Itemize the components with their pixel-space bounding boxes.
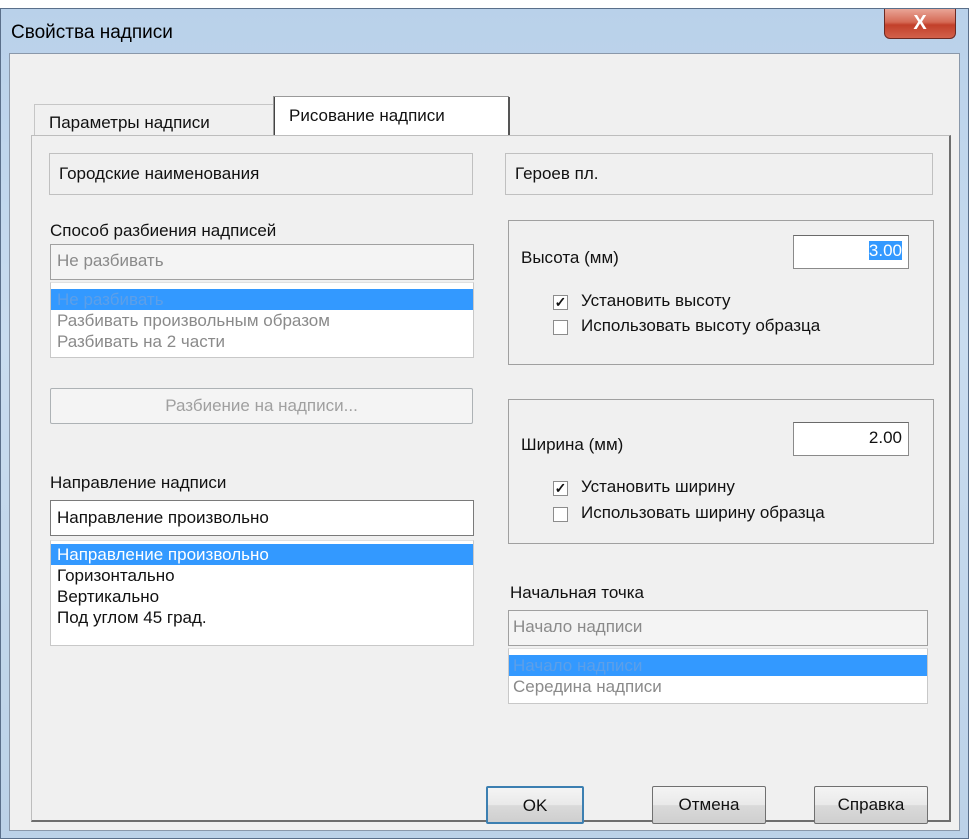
dialog-client-area: Параметры надписи Рисование надписи Горо…: [9, 53, 960, 831]
list-item[interactable]: Разбивать произвольным образом: [51, 310, 473, 331]
help-button[interactable]: Справка: [814, 786, 928, 824]
width-group: Ширина (мм) 2.00 ✓ Установить ширину Исп…: [508, 399, 934, 544]
list-item[interactable]: Под углом 45 град.: [51, 607, 473, 628]
set-width-checkbox[interactable]: ✓: [553, 481, 568, 496]
split-method-label: Способ разбиения надписей: [50, 221, 277, 240]
height-group: Высота (мм) 3.00 ✓ Установить высоту Исп…: [508, 220, 934, 365]
split-method-list[interactable]: Не разбивать Разбивать произвольным обра…: [50, 282, 474, 358]
object-name-field: Героев пл.: [505, 153, 933, 195]
title-bar[interactable]: Свойства надписи X: [1, 9, 968, 53]
split-into-labels-button[interactable]: Разбиение на надписи...: [50, 388, 473, 424]
direction-list[interactable]: Направление произвольно Горизонтально Ве…: [50, 540, 474, 646]
tab-label-params[interactable]: Параметры надписи: [34, 104, 274, 136]
start-point-combo[interactable]: Начало надписи: [508, 610, 928, 646]
split-method-combo[interactable]: Не разбивать: [50, 244, 474, 280]
list-item[interactable]: Середина надписи: [509, 676, 927, 697]
list-item[interactable]: Горизонтально: [51, 565, 473, 586]
sample-width-label: Использовать ширину образца: [581, 503, 825, 522]
sample-height-checkbox[interactable]: [553, 320, 568, 335]
set-height-label: Установить высоту: [581, 291, 731, 310]
list-item[interactable]: Разбивать на 2 части: [51, 331, 473, 352]
list-item[interactable]: Не разбивать: [51, 289, 473, 310]
tab-panel: Городские наименования Способ разбиения …: [31, 135, 951, 822]
cancel-button[interactable]: Отмена: [652, 786, 766, 824]
width-label: Ширина (мм): [521, 435, 624, 454]
tab-label-drawing[interactable]: Рисование надписи: [273, 96, 510, 137]
ok-button[interactable]: OK: [486, 786, 584, 824]
list-item[interactable]: Направление произвольно: [51, 544, 473, 565]
direction-label: Направление надписи: [50, 473, 227, 492]
height-input[interactable]: 3.00: [793, 235, 909, 269]
window-title: Свойства надписи: [11, 22, 173, 43]
close-icon[interactable]: X: [884, 9, 956, 39]
height-label: Высота (мм): [521, 248, 619, 267]
set-height-checkbox[interactable]: ✓: [553, 295, 568, 310]
list-item[interactable]: Вертикально: [51, 586, 473, 607]
start-point-list[interactable]: Начало надписи Середина надписи: [508, 648, 928, 704]
sample-height-label: Использовать высоту образца: [581, 316, 821, 335]
height-value: 3.00: [868, 241, 902, 260]
dialog-window: Свойства надписи X Параметры надписи Рис…: [0, 8, 969, 839]
list-item[interactable]: Начало надписи: [509, 655, 927, 676]
sample-width-checkbox[interactable]: [553, 507, 568, 522]
direction-combo[interactable]: Направление произвольно: [50, 500, 474, 536]
class-name-field: Городские наименования: [49, 153, 473, 195]
width-input[interactable]: 2.00: [793, 422, 909, 456]
set-width-label: Установить ширину: [581, 477, 735, 496]
start-point-label: Начальная точка: [510, 583, 645, 602]
